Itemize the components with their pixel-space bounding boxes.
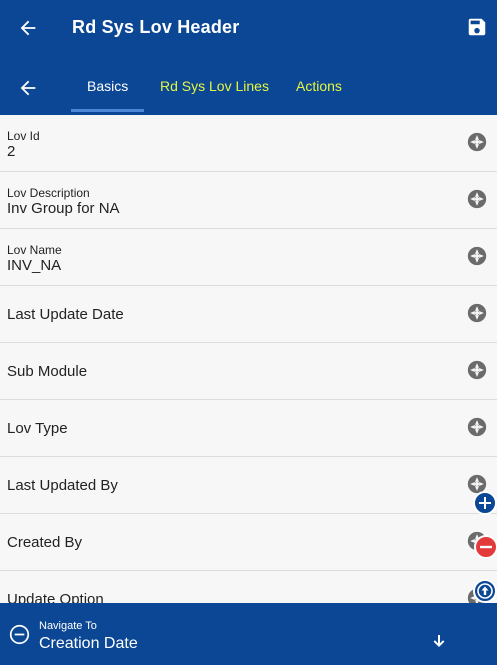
field-label: Last Updated By [7,477,118,494]
arrow-down-icon[interactable] [431,633,447,649]
field-label: Sub Module [7,363,88,380]
page-title: Rd Sys Lov Header [72,17,240,37]
tab-actions[interactable]: Actions [296,78,342,94]
field-value: Inv Group for NA [7,200,120,217]
minus-icon [480,545,492,549]
camera-aperture-icon[interactable] [466,416,488,438]
navigate-to-bar[interactable]: Navigate To Creation Date [0,603,497,665]
scroll-up-button[interactable] [473,579,497,603]
camera-aperture-icon[interactable] [466,302,488,324]
field-label: Lov Name [7,243,62,257]
tab-basics[interactable]: Basics [87,78,128,94]
back-arrow-icon[interactable] [17,17,39,39]
field-lov-description[interactable]: Lov Description Inv Group for NA [0,172,497,229]
active-tab-indicator [71,109,144,112]
field-sub-module[interactable]: Sub Module [0,343,497,400]
field-value: INV_NA [7,257,62,274]
field-label: Update Option [7,591,104,603]
field-label: Last Update Date [7,306,124,323]
tab-bar: Basics Rd Sys Lov Lines Actions [0,59,497,115]
navigate-to-label: Navigate To [39,620,97,632]
app-bar: Rd Sys Lov Header [0,0,497,59]
navigate-to-value[interactable]: Creation Date [39,635,138,653]
field-lov-name[interactable]: Lov Name INV_NA [0,229,497,286]
plus-icon [479,497,491,509]
field-label: Lov Id [7,129,40,143]
field-value: 2 [7,143,16,160]
field-created-by[interactable]: Created By [0,514,497,571]
camera-aperture-icon[interactable] [466,359,488,381]
field-list[interactable]: Lov Id 2 Lov Description Inv Group for N… [0,115,497,603]
field-label: Lov Description [7,186,90,200]
save-icon[interactable] [466,16,488,38]
field-label: Lov Type [7,420,68,437]
delete-button[interactable] [474,535,497,559]
field-update-option[interactable]: Update Option [0,571,497,603]
back-arrow-icon[interactable] [17,77,39,99]
field-last-update-date[interactable]: Last Update Date [0,286,497,343]
camera-aperture-icon[interactable] [466,131,488,153]
field-lov-type[interactable]: Lov Type [0,400,497,457]
arrow-up-icon [477,583,493,599]
minus-circle-icon[interactable] [9,624,30,645]
tab-rd-sys-lov-lines[interactable]: Rd Sys Lov Lines [160,78,269,94]
camera-aperture-icon[interactable] [466,188,488,210]
add-button[interactable] [473,491,497,515]
camera-aperture-icon[interactable] [466,245,488,267]
field-lov-id[interactable]: Lov Id 2 [0,115,497,172]
field-label: Created By [7,534,83,551]
field-last-updated-by[interactable]: Last Updated By [0,457,497,514]
